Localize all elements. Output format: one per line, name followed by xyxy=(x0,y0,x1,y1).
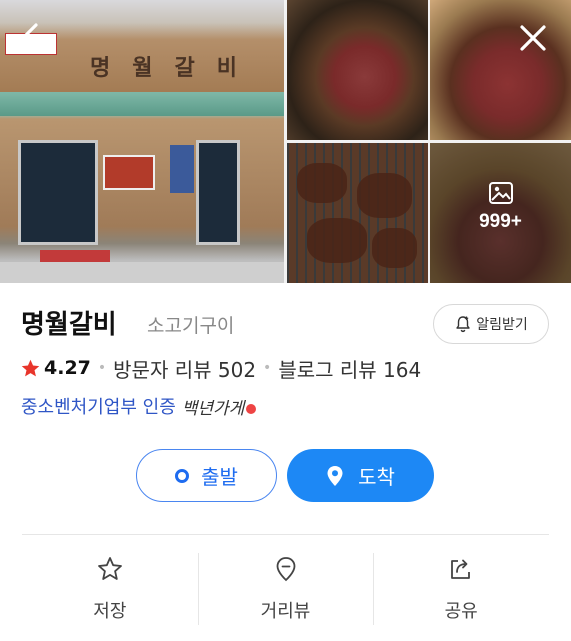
more-photos-tile[interactable]: 999+ xyxy=(430,143,571,283)
image-icon xyxy=(488,182,513,204)
certification-row: 중소벤처기업부 인증 백년가게 xyxy=(21,392,257,420)
save-button[interactable]: 저장 xyxy=(22,535,198,641)
save-label: 저장 xyxy=(93,601,127,622)
storefront-road xyxy=(0,262,284,283)
photo-gallery: 명월갈비 999+ xyxy=(0,0,571,283)
grill-meat xyxy=(297,163,347,203)
heart-icon xyxy=(246,404,257,414)
location-pin-icon xyxy=(327,465,343,486)
star-rating-icon xyxy=(21,359,40,376)
rating-row: 4.27 • 방문자 리뷰 502 • 블로그 리뷰 164 xyxy=(20,354,421,382)
alarm-button[interactable]: 알림받기 xyxy=(433,304,549,344)
action-bar: 저장 거리뷰 공유 xyxy=(22,535,549,641)
close-icon[interactable] xyxy=(515,20,551,56)
depart-label: 출발 xyxy=(201,465,238,489)
arrive-label: 도착 xyxy=(358,465,395,489)
more-photos-overlay: 999+ xyxy=(430,181,571,233)
back-icon[interactable] xyxy=(13,20,49,56)
blog-reviews-link[interactable]: 블로그 리뷰 164 xyxy=(278,354,421,383)
bell-plus-icon xyxy=(456,316,470,333)
storefront-awning xyxy=(0,92,284,116)
rating-score: 4.27 xyxy=(44,357,91,379)
separator-dot: • xyxy=(97,360,107,376)
cert-badge: 백년가게 xyxy=(182,394,257,419)
share-icon xyxy=(451,559,471,579)
place-info: 명월갈비 소고기구이 알림받기 4.27 • 방문자 리뷰 502 • 블로그 … xyxy=(20,300,551,419)
grill-meat xyxy=(372,228,417,268)
depart-button[interactable]: 출발 xyxy=(136,449,277,502)
origin-dot-icon xyxy=(175,468,190,483)
share-button[interactable]: 공유 xyxy=(373,535,549,641)
storefront-poster xyxy=(103,155,155,190)
separator-dot: • xyxy=(263,360,272,376)
storefront-sign: 명월갈비 xyxy=(90,56,259,81)
more-photos-count: 999+ xyxy=(479,211,522,232)
storefront-window xyxy=(196,140,240,245)
storefront-banner xyxy=(170,145,194,193)
place-name: 명월갈비 xyxy=(21,310,117,340)
share-label: 공유 xyxy=(444,601,478,622)
distance-view-label: 거리뷰 xyxy=(260,601,311,622)
storefront-mat xyxy=(40,250,110,262)
alarm-label: 알림받기 xyxy=(476,317,528,333)
route-buttons: 출발 도착 xyxy=(136,449,436,502)
place-category: 소고기구이 xyxy=(147,315,235,337)
grill-meat xyxy=(357,173,412,218)
certification-link[interactable]: 중소벤처기업부 인증 xyxy=(21,393,176,419)
title-row: 명월갈비 소고기구이 알림받기 xyxy=(20,300,551,344)
food-photo-1[interactable] xyxy=(287,0,428,140)
storefront-door xyxy=(18,140,98,245)
arrive-button[interactable]: 도착 xyxy=(287,449,434,502)
distance-view-button[interactable]: 거리뷰 xyxy=(197,535,374,641)
cert-badge-text: 백년가게 xyxy=(181,398,245,419)
map-pin-outline-icon xyxy=(276,557,295,582)
food-photo-3[interactable] xyxy=(287,143,428,283)
grill-meat xyxy=(307,218,367,263)
visitor-reviews-link[interactable]: 방문자 리뷰 502 xyxy=(113,354,256,383)
star-outline-icon xyxy=(97,557,122,580)
